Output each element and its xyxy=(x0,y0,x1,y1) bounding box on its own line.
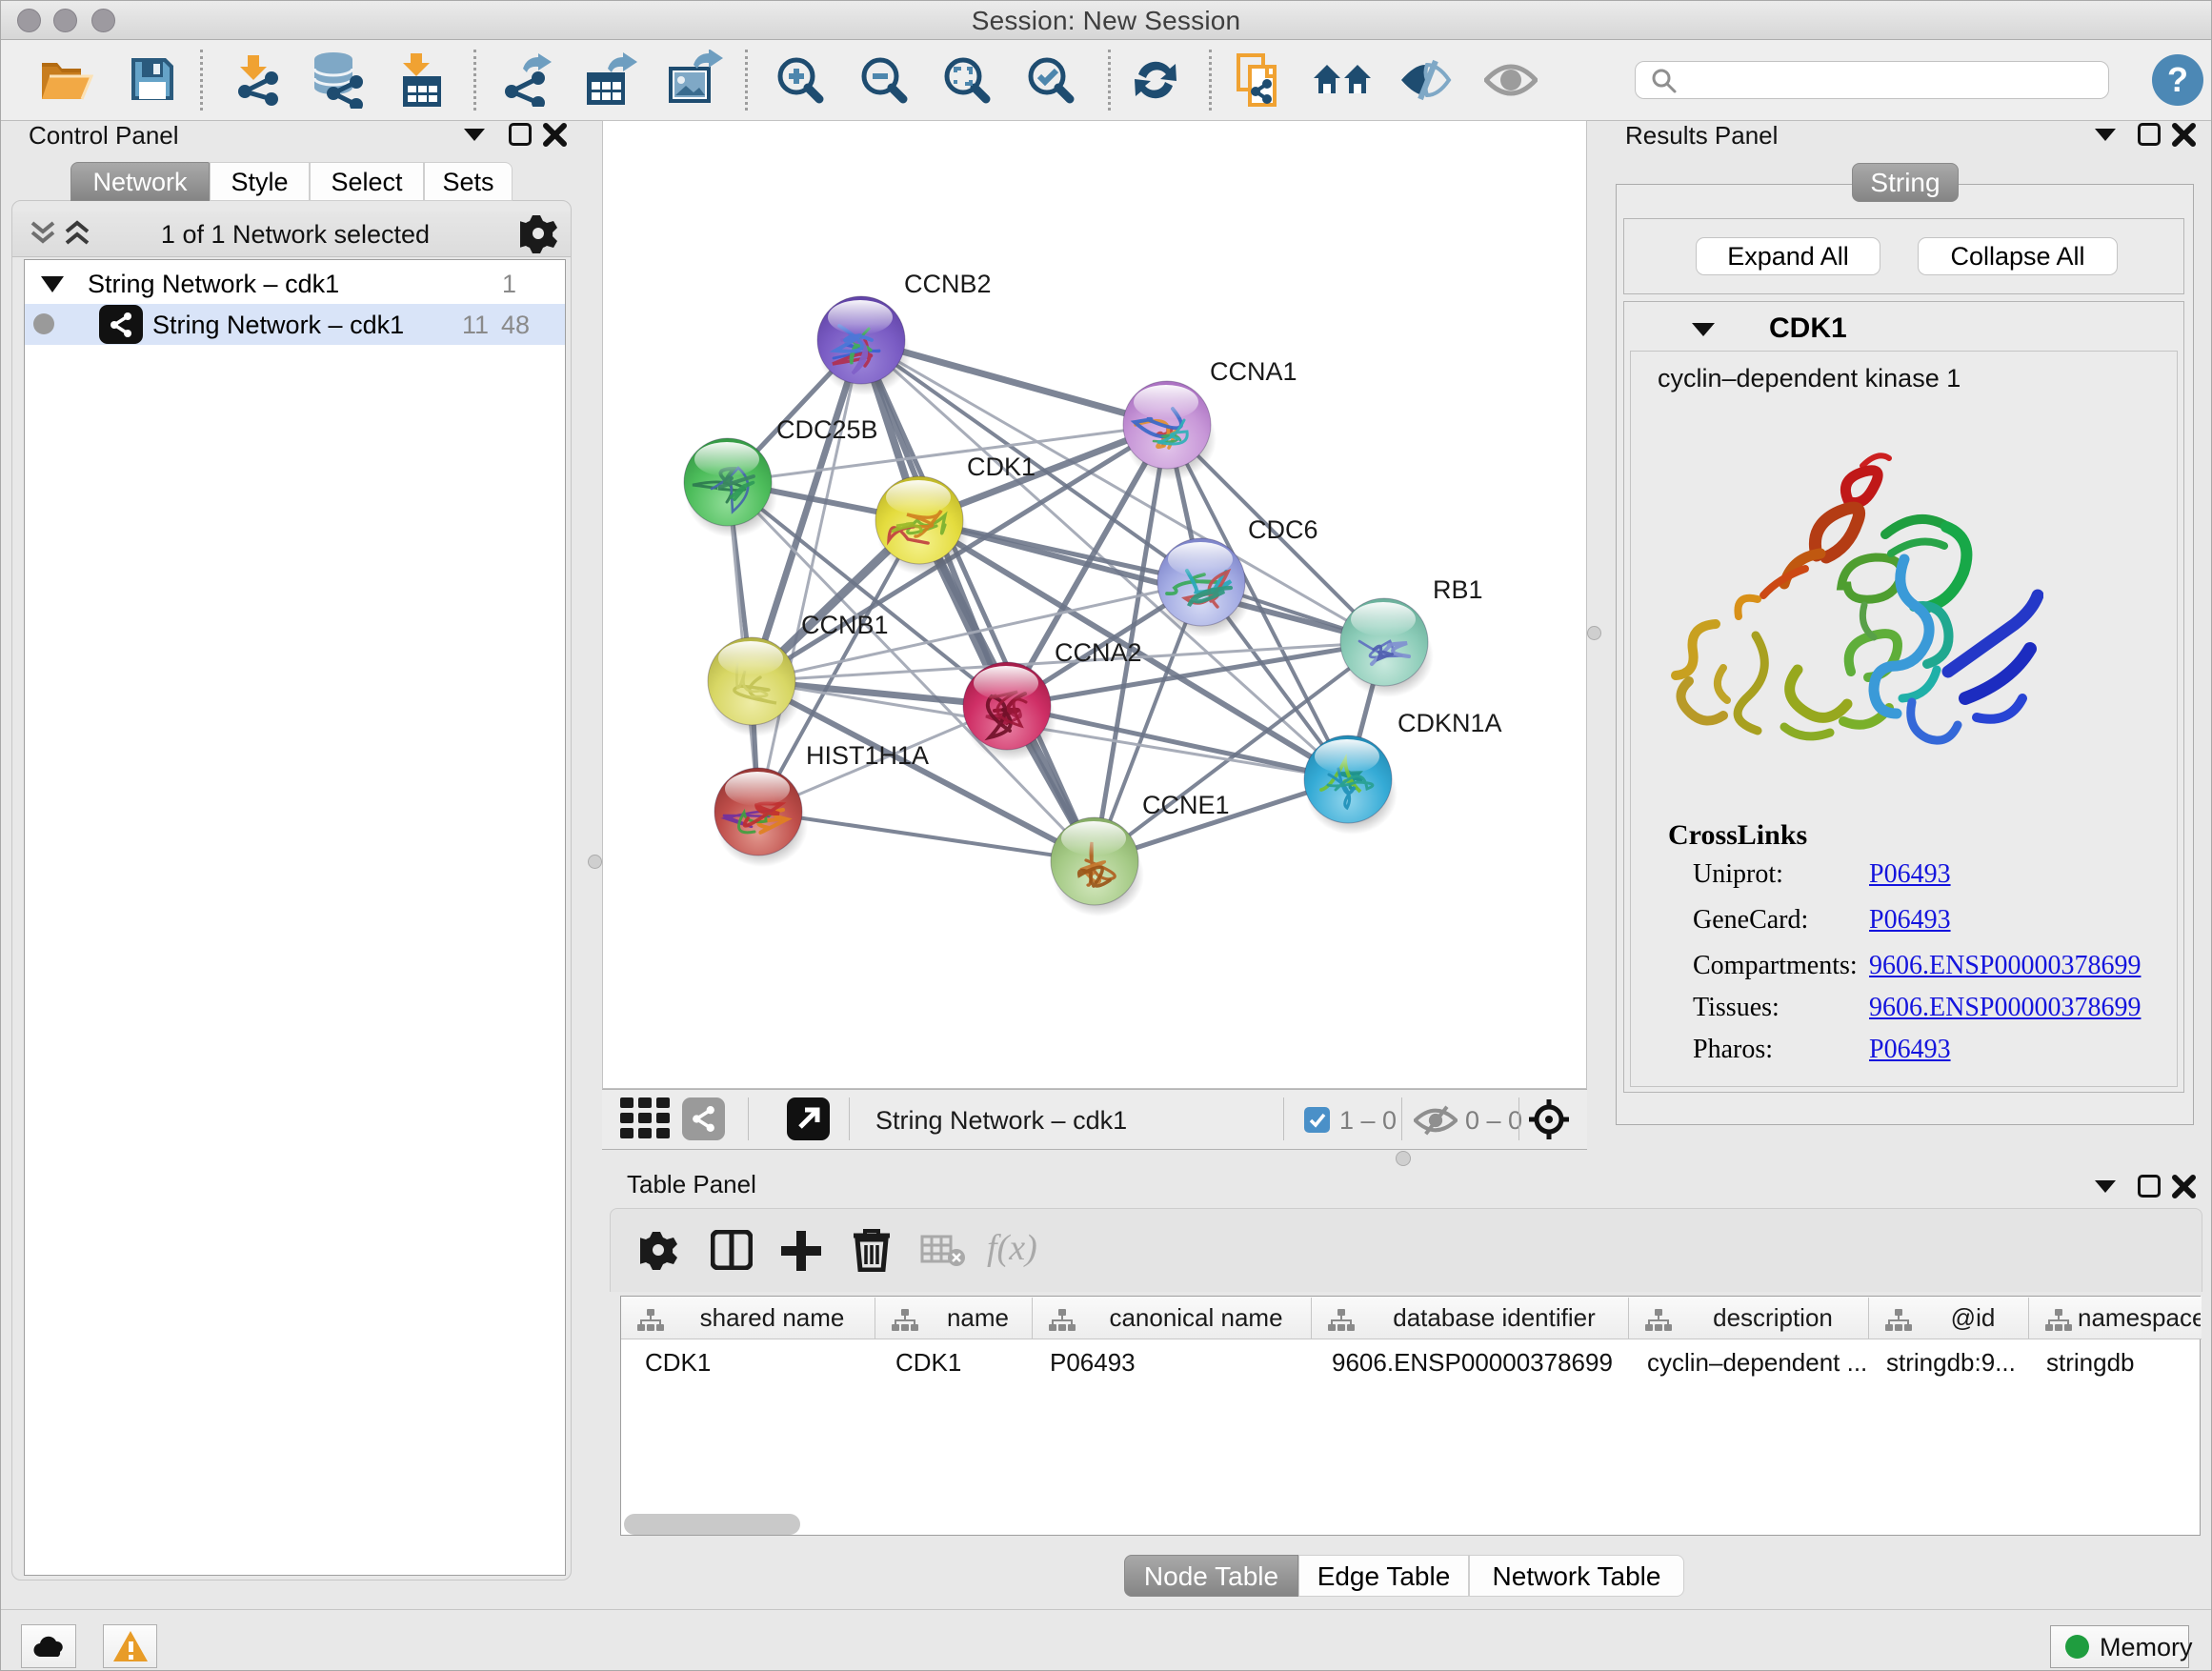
svg-text:RB1: RB1 xyxy=(1433,575,1483,604)
svg-text:HIST1H1A: HIST1H1A xyxy=(806,741,929,770)
svg-text:CDC25B: CDC25B xyxy=(776,415,878,444)
svg-text:CCNB2: CCNB2 xyxy=(904,270,992,298)
svg-text:CDC6: CDC6 xyxy=(1248,515,1318,544)
svg-text:CCNB1: CCNB1 xyxy=(801,611,889,639)
svg-text:CCNA2: CCNA2 xyxy=(1055,638,1142,667)
svg-text:CCNA1: CCNA1 xyxy=(1210,357,1297,386)
svg-text:CDKN1A: CDKN1A xyxy=(1398,709,1502,737)
svg-text:CDK1: CDK1 xyxy=(967,453,1036,481)
svg-text:CCNE1: CCNE1 xyxy=(1142,791,1230,819)
